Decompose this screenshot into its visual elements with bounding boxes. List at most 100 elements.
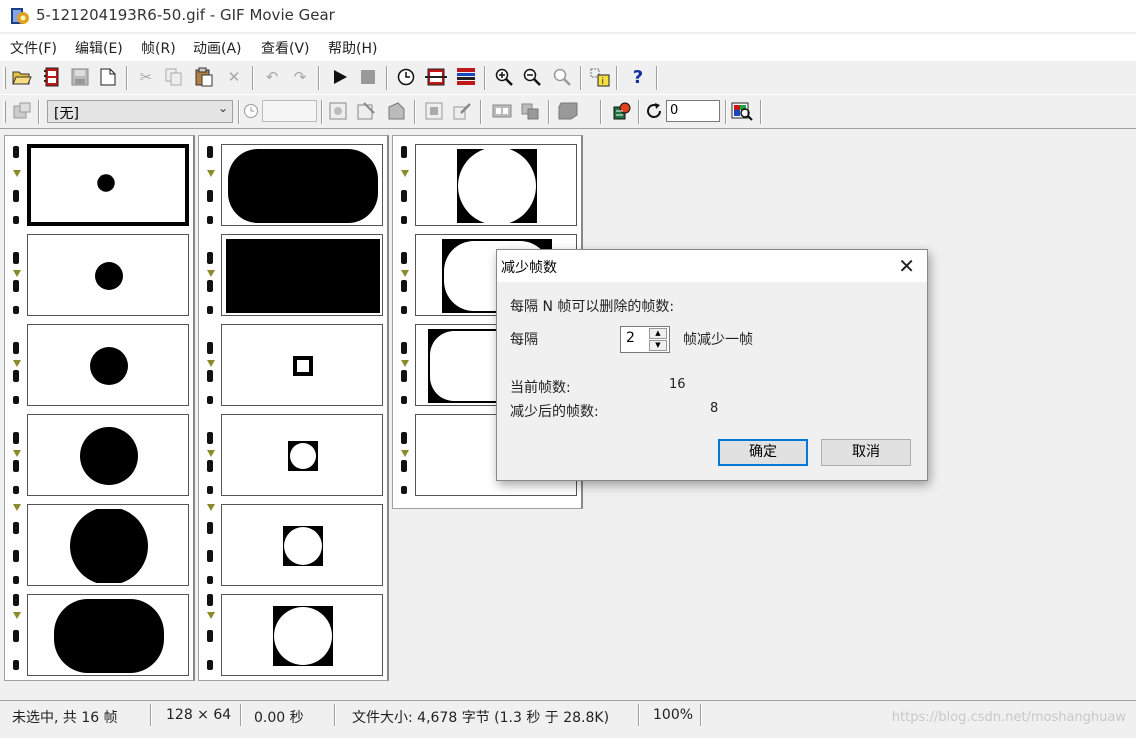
current-frames-label: 当前帧数: [510, 380, 571, 396]
frame-cell[interactable] [393, 140, 581, 230]
menu-edit[interactable]: 编辑(E) [75, 38, 123, 58]
every-suffix: 帧减少一帧 [683, 332, 753, 348]
properties-icon[interactable] [10, 99, 34, 123]
frame-cell[interactable] [199, 320, 387, 410]
frame-thumbnail [221, 234, 383, 316]
status-duration: 0.00 秒 [254, 710, 304, 726]
palette-combo[interactable]: [无] ⌄ [47, 100, 233, 123]
cut-icon[interactable]: ✂ [134, 65, 158, 89]
toolbar-separator [318, 66, 320, 90]
help-icon[interactable]: ? [626, 65, 650, 89]
toolbar-separator [321, 100, 323, 124]
toolbar-grip[interactable] [3, 101, 6, 123]
frame-cell[interactable] [5, 500, 193, 590]
loop-count-input[interactable]: 0 [666, 100, 720, 122]
ok-button[interactable]: 确定 [718, 439, 808, 466]
menu-help[interactable]: 帮助(H) [328, 38, 377, 58]
frame-cell[interactable] [199, 590, 387, 680]
palette-combo-value: [无] [54, 106, 79, 122]
chevron-down-icon: ⌄ [217, 101, 228, 115]
preview-icon[interactable] [730, 99, 754, 123]
app-icon [11, 8, 29, 24]
zoom-in-icon[interactable] [492, 65, 516, 89]
undo-icon[interactable]: ↶ [260, 65, 284, 89]
open-frames-icon[interactable] [40, 65, 64, 89]
every-n-value[interactable]: 2 [626, 330, 635, 346]
frame-info-icon[interactable]: i [588, 65, 612, 89]
close-icon[interactable]: ✕ [898, 254, 915, 278]
filmstrip-column [4, 135, 195, 681]
every-label: 每隔 [510, 332, 538, 348]
delete-icon[interactable]: ✕ [222, 65, 246, 89]
optimize-icon[interactable] [556, 99, 580, 123]
frame-cell[interactable] [5, 140, 193, 230]
frame-cell[interactable] [199, 410, 387, 500]
spin-up-icon[interactable]: ▲ [649, 328, 667, 339]
paste-icon[interactable] [192, 65, 216, 89]
status-zoom: 100% [653, 707, 694, 723]
toolbar-separator [580, 66, 582, 90]
frame-cell[interactable] [199, 140, 387, 230]
filmstrip-column [198, 135, 389, 681]
frame-props-icon[interactable] [490, 99, 514, 123]
new-icon[interactable] [96, 65, 120, 89]
menu-frame[interactable]: 帧(R) [141, 38, 176, 58]
toolbar-separator [386, 66, 388, 90]
cancel-button[interactable]: 取消 [821, 439, 911, 466]
menu-animation[interactable]: 动画(A) [193, 38, 242, 58]
status-bar: 未选中, 共 16 帧 128 × 64 0.00 秒 文件大小: 4,678 … [0, 700, 1136, 730]
watermark: https://blog.csdn.net/moshanghuaw [891, 710, 1126, 725]
flip-icon[interactable] [518, 99, 542, 123]
status-filesize: 文件大小: 4,678 字节 (1.3 秒 于 28.8K) [352, 710, 610, 726]
toolbar-separator [126, 66, 128, 90]
frame-thumbnail [415, 144, 577, 226]
spin-down-icon[interactable]: ▼ [649, 340, 667, 351]
toolbar-separator [656, 66, 658, 90]
frame-cell[interactable] [199, 500, 387, 590]
copy-icon[interactable] [162, 65, 186, 89]
frame-cell[interactable] [5, 590, 193, 680]
open-icon[interactable] [10, 65, 34, 89]
frame-thumbnail [27, 324, 189, 406]
frame-cell[interactable] [199, 230, 387, 320]
loop-settings-icon[interactable] [610, 99, 634, 123]
main-toolbar: ✂ ✕ ↶ ↷ i ? [0, 60, 1136, 94]
frame-cell[interactable] [5, 410, 193, 500]
delay-input[interactable] [262, 100, 317, 122]
redo-icon[interactable]: ↷ [288, 65, 312, 89]
toolbar-separator [548, 100, 550, 124]
zoom-out-icon[interactable] [520, 65, 544, 89]
menu-view[interactable]: 查看(V) [261, 38, 310, 58]
save-icon[interactable] [68, 65, 92, 89]
stop-icon[interactable] [356, 65, 380, 89]
frame-thumbnail [221, 324, 383, 406]
edit-icon[interactable] [450, 99, 474, 123]
after-frames-value: 8 [710, 401, 719, 416]
transparency-icon[interactable] [422, 99, 446, 123]
delay-icon[interactable] [242, 99, 260, 123]
frame-cell[interactable] [5, 320, 193, 410]
toolbar-separator [414, 100, 416, 124]
frame-thumbnail [27, 414, 189, 496]
secondary-toolbar: [无] ⌄ 0 [0, 94, 1136, 128]
title-bar: 5-121204193R6-50.gif - GIF Movie Gear [0, 0, 1136, 32]
status-selection: 未选中, 共 16 帧 [12, 710, 118, 726]
palette-icon[interactable] [454, 65, 478, 89]
frame-thumbnail [221, 504, 383, 586]
crop-icon[interactable] [326, 99, 350, 123]
rotate-icon[interactable] [384, 99, 408, 123]
play-icon[interactable] [328, 65, 352, 89]
dialog-description: 每隔 N 帧可以删除的帧数: [510, 299, 675, 315]
every-n-stepper[interactable]: 2 ▲ ▼ [620, 326, 670, 353]
status-dimensions: 128 × 64 [166, 707, 232, 723]
zoom-fit-icon[interactable] [550, 65, 574, 89]
dialog-title-bar: 减少帧数 ✕ [497, 250, 927, 282]
reduce-frames-icon[interactable] [424, 65, 448, 89]
menu-file[interactable]: 文件(F) [10, 38, 57, 58]
frame-cell[interactable] [5, 230, 193, 320]
toolbar-separator [616, 66, 618, 90]
svg-text:i: i [602, 77, 605, 87]
toolbar-grip[interactable] [3, 67, 6, 89]
resize-icon[interactable] [354, 99, 378, 123]
timing-icon[interactable] [394, 65, 418, 89]
